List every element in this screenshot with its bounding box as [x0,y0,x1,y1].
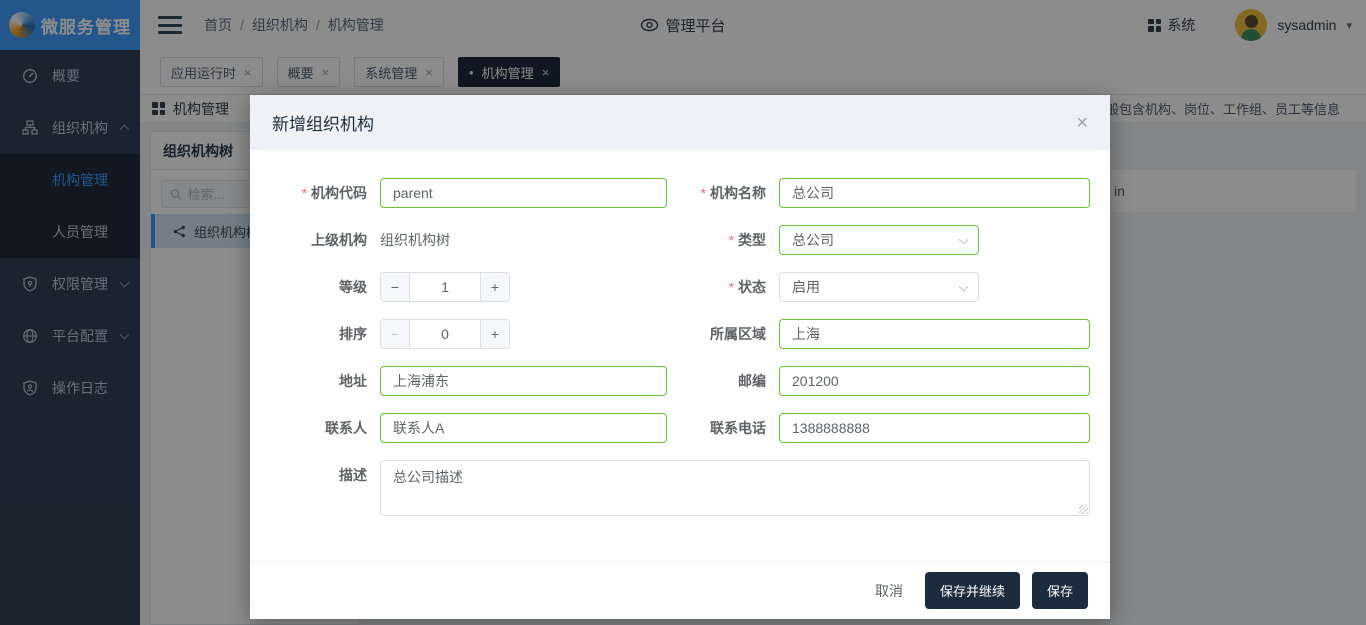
field-label: 地址 [270,366,380,396]
level-value[interactable]: 1 [410,273,480,301]
field-zipcode: 邮编 [693,366,1090,396]
field-region: 所属区域 [693,319,1090,349]
increment-button[interactable]: + [480,320,509,348]
field-address: 地址 [270,366,667,396]
type-select-value: 总公司 [792,230,834,250]
chevron-down-icon [959,235,969,245]
status-select-value: 启用 [792,277,820,297]
cancel-button[interactable]: 取消 [865,573,913,609]
modal-title: 新增组织机构 [272,110,374,135]
field-label: 所属区域 [693,319,779,349]
decrement-button[interactable]: − [381,273,410,301]
field-level: 等级 − 1 + [270,272,667,302]
org-code-input[interactable] [380,178,667,208]
chevron-down-icon [959,282,969,292]
type-select[interactable]: 总公司 [779,225,979,255]
field-label: 机构代码 [270,178,380,208]
level-stepper: − 1 + [380,272,510,302]
field-label: 联系人 [270,413,380,443]
address-input[interactable] [380,366,667,396]
field-label: 联系电话 [693,413,779,443]
status-select[interactable]: 启用 [779,272,979,302]
field-label: 状态 [693,272,779,302]
field-label: 等级 [270,272,380,302]
increment-button[interactable]: + [480,273,509,301]
sort-stepper: − 0 + [380,319,510,349]
field-description: 描述 总公司描述 [270,460,1090,516]
modal-body: 机构代码 机构名称 上级机构 组织机构树 类型 总公司 [250,150,1110,561]
add-org-modal: 新增组织机构 × 机构代码 机构名称 上级机构 组织机构树 类型 [250,95,1110,619]
field-parent-org: 上级机构 组织机构树 [270,225,667,255]
field-sort: 排序 − 0 + [270,319,667,349]
region-input[interactable] [779,319,1090,349]
modal-footer: 取消 保存并继续 保存 [250,561,1110,619]
org-name-input[interactable] [779,178,1090,208]
close-icon[interactable]: × [1076,113,1088,133]
save-and-continue-button[interactable]: 保存并继续 [925,572,1020,609]
phone-input[interactable] [779,413,1090,443]
field-org-code: 机构代码 [270,178,667,208]
parent-org-value: 组织机构树 [380,225,450,255]
field-status: 状态 启用 [693,272,1090,302]
description-textarea[interactable]: 总公司描述 [380,460,1090,516]
modal-header: 新增组织机构 × [250,95,1110,150]
zipcode-input[interactable] [779,366,1090,396]
field-phone: 联系电话 [693,413,1090,443]
field-contact: 联系人 [270,413,667,443]
field-label: 类型 [693,225,779,255]
decrement-button[interactable]: − [381,320,410,348]
field-label: 排序 [270,319,380,349]
field-label: 上级机构 [270,225,380,255]
field-label: 机构名称 [693,178,779,208]
contact-input[interactable] [380,413,667,443]
field-label: 邮编 [693,366,779,396]
app-screen: 微服务管理 首页 / 组织机构 / 机构管理 管理平台 系统 sysadmin … [0,0,1366,625]
field-org-name: 机构名称 [693,178,1090,208]
save-button[interactable]: 保存 [1032,572,1088,609]
sort-value[interactable]: 0 [410,320,480,348]
field-label: 描述 [270,460,380,490]
field-type: 类型 总公司 [693,225,1090,255]
resize-handle[interactable] [1079,505,1088,514]
